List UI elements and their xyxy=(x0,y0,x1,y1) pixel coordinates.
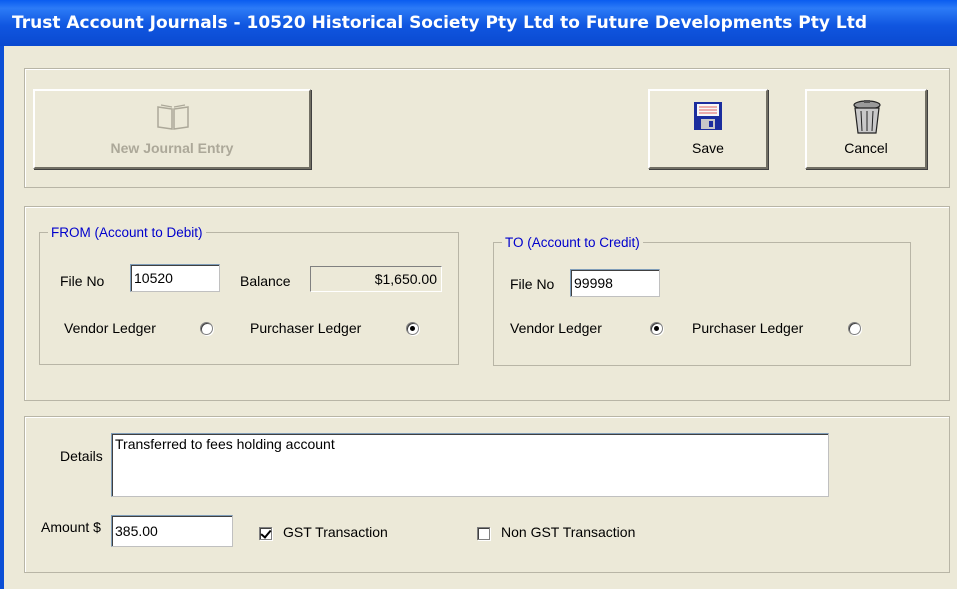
window-client-area: New Journal Entry Save Cancel FROM (Acco… xyxy=(0,46,957,589)
amount-label: Amount $ xyxy=(41,519,101,535)
open-book-icon xyxy=(156,103,190,134)
save-button[interactable]: Save xyxy=(648,89,768,169)
accounts-panel: FROM (Account to Debit) File No Balance … xyxy=(24,206,950,401)
details-textarea[interactable]: Transferred to fees holding account xyxy=(111,433,829,497)
cancel-label: Cancel xyxy=(844,140,888,156)
cancel-button[interactable]: Cancel xyxy=(805,89,927,169)
gst-transaction-label: GST Transaction xyxy=(283,524,388,540)
to-vendor-ledger-label: Vendor Ledger xyxy=(510,320,602,336)
from-group: FROM (Account to Debit) File No Balance … xyxy=(39,225,459,365)
to-file-no-label: File No xyxy=(510,276,555,292)
to-group: TO (Account to Credit) File No Vendor Le… xyxy=(493,235,911,366)
save-label: Save xyxy=(692,140,724,156)
non-gst-transaction-checkbox[interactable] xyxy=(477,527,490,540)
to-vendor-ledger-radio[interactable] xyxy=(650,322,663,335)
balance-label: Balance xyxy=(240,273,291,289)
from-file-no-label: File No xyxy=(60,273,105,289)
from-vendor-ledger-radio[interactable] xyxy=(200,322,213,335)
details-panel: Details Transferred to fees holding acco… xyxy=(24,416,950,573)
balance-value: $1,650.00 xyxy=(310,266,442,292)
toolbar-panel: New Journal Entry Save Cancel xyxy=(24,68,950,188)
gst-transaction-checkbox[interactable] xyxy=(259,527,272,540)
details-label: Details xyxy=(60,448,103,464)
from-legend: FROM (Account to Debit) xyxy=(51,225,203,240)
amount-input[interactable] xyxy=(111,515,233,547)
from-purchaser-ledger-label: Purchaser Ledger xyxy=(250,320,362,336)
to-file-no-input[interactable] xyxy=(570,269,660,297)
to-purchaser-ledger-radio[interactable] xyxy=(848,322,861,335)
window-title-bar[interactable]: Trust Account Journals - 10520 Historica… xyxy=(0,0,957,46)
window-title: Trust Account Journals - 10520 Historica… xyxy=(12,13,867,33)
journal-window: Trust Account Journals - 10520 Historica… xyxy=(0,0,957,589)
from-vendor-ledger-label: Vendor Ledger xyxy=(64,320,156,336)
non-gst-transaction-label: Non GST Transaction xyxy=(501,524,636,540)
new-journal-entry-button[interactable]: New Journal Entry xyxy=(33,89,311,169)
floppy-disk-icon xyxy=(693,101,723,134)
to-purchaser-ledger-label: Purchaser Ledger xyxy=(692,320,804,336)
from-file-no-input[interactable] xyxy=(130,264,220,292)
new-journal-entry-label: New Journal Entry xyxy=(110,140,234,156)
from-purchaser-ledger-radio[interactable] xyxy=(406,322,419,335)
to-legend: TO (Account to Credit) xyxy=(505,235,640,250)
trash-can-icon xyxy=(851,99,883,138)
